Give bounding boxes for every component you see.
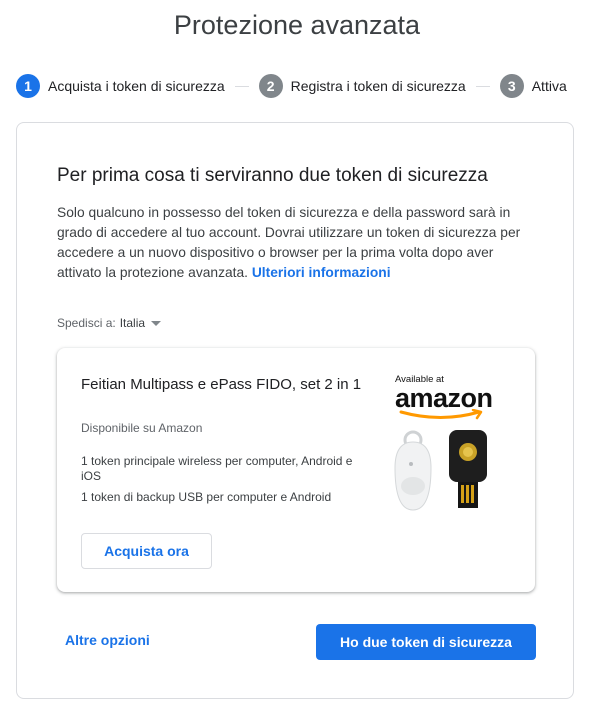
product-feature: 1 token di backup USB per computer e And… — [81, 490, 332, 504]
product-name: Feitian Multipass e ePass FIDO, set 2 in… — [81, 376, 362, 393]
amazon-logo: Available at amazon — [395, 374, 505, 420]
step-2: 2 Registra i token di sicurezza — [258, 74, 466, 98]
step-1: 1 Acquista i token di sicurezza — [16, 74, 225, 98]
stepper: 1 Acquista i token di sicurezza 2 Regist… — [16, 74, 567, 98]
step-3: 3 Attiva — [499, 74, 567, 98]
amazon-smile-icon — [399, 409, 483, 420]
step-2-number: 2 — [258, 74, 283, 98]
buy-now-button[interactable]: Acquista ora — [81, 533, 212, 569]
caret-down-icon — [151, 320, 162, 326]
step-2-label: Registra i token di sicurezza — [290, 78, 466, 94]
step-1-number: 1 — [16, 74, 40, 98]
learn-more-link[interactable]: Ulteriori informazioni — [252, 265, 391, 280]
security-keys-image — [394, 430, 487, 511]
step-separator — [234, 85, 249, 87]
step-separator — [475, 85, 490, 87]
main-card: Per prima cosa ti serviranno due token d… — [16, 122, 574, 699]
step-3-label: Attiva — [531, 78, 567, 94]
section-heading: Per prima cosa ti serviranno due token d… — [57, 165, 488, 186]
other-options-link[interactable]: Altre opzioni — [65, 632, 150, 648]
product-availability: Disponibile su Amazon — [81, 421, 203, 435]
shipping-country: Italia — [119, 316, 146, 330]
product-card: Feitian Multipass e ePass FIDO, set 2 in… — [57, 348, 535, 592]
shipping-label: Spedisci a: — [57, 316, 116, 330]
product-feature: 1 token principale wireless per computer… — [81, 454, 353, 483]
have-two-tokens-button[interactable]: Ho due token di sicurezza — [316, 624, 536, 660]
page-title: Protezione avanzata — [173, 10, 421, 40]
step-1-label: Acquista i token di sicurezza — [48, 78, 225, 94]
section-description: Solo qualcuno in possesso del token di s… — [57, 203, 537, 283]
amazon-wordmark: amazon — [395, 383, 493, 413]
shipping-selector[interactable]: Spedisci a: Italia — [57, 316, 162, 330]
step-3-number: 3 — [499, 74, 524, 98]
